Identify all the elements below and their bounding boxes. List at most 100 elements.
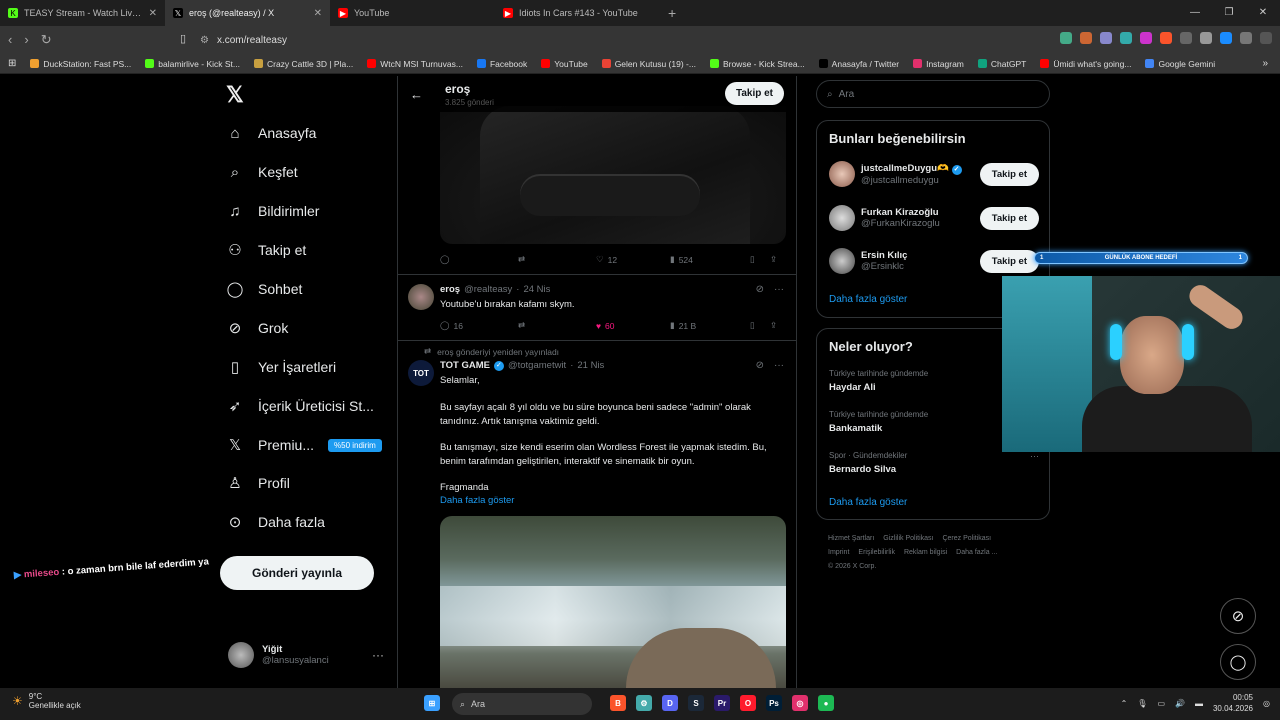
back-icon[interactable]: ‹: [8, 32, 12, 48]
photoshop-icon[interactable]: Ps: [766, 695, 782, 711]
instagram-icon[interactable]: ◎: [792, 695, 808, 711]
bookmark-item[interactable]: Browse - Kick Strea...: [709, 59, 805, 69]
grok-fab-button[interactable]: ⊘: [1220, 598, 1256, 634]
premiere-icon[interactable]: Pr: [714, 695, 730, 711]
bookmark-item[interactable]: Anasayfa / Twitter: [818, 59, 899, 69]
retweet-icon[interactable]: ⇄: [518, 254, 596, 265]
like-icon[interactable]: ♡ 12: [596, 254, 670, 265]
new-tab-button[interactable]: +: [668, 5, 676, 21]
retweet-icon[interactable]: ⇄: [518, 320, 596, 331]
liked-heart-icon[interactable]: ♥ 60: [596, 321, 670, 331]
more-dots-icon[interactable]: ···: [1030, 451, 1039, 461]
footer-link[interactable]: Reklam bilgisi: [904, 549, 947, 556]
extension-icon[interactable]: [1100, 32, 1112, 44]
trend-item[interactable]: Spor · Gündemdekiler Bernardo Silva: [829, 451, 907, 475]
bookmark-item[interactable]: Ümidi what's going...: [1040, 59, 1131, 69]
apps-grid-icon[interactable]: ⊞: [8, 58, 16, 69]
sidebar-item-profile[interactable]: ♙ Profil: [226, 474, 290, 492]
share-icon[interactable]: ⇪: [770, 320, 777, 331]
more-dots-icon[interactable]: ···: [774, 360, 784, 371]
show-more-link[interactable]: Daha fazla göster: [829, 497, 907, 508]
grok-icon[interactable]: ⊘: [756, 360, 764, 371]
minimize-icon[interactable]: —: [1178, 0, 1212, 26]
avatar[interactable]: [408, 284, 434, 310]
extension-icon[interactable]: [1060, 32, 1072, 44]
bookmark-item[interactable]: Google Gemini: [1145, 59, 1215, 69]
sidebar-item-more-circle[interactable]: ⊙ Daha fazla: [226, 513, 325, 531]
close-tab-icon[interactable]: ✕: [149, 8, 157, 19]
account-switcher[interactable]: Yiğit @lansusyalanci ···: [228, 642, 396, 668]
bookmark-item[interactable]: balamirlive - Kick St...: [145, 59, 240, 69]
notification-icon[interactable]: ◎: [1263, 699, 1270, 708]
extension-icon[interactable]: [1120, 32, 1132, 44]
site-info-icon[interactable]: ⚙: [200, 35, 209, 46]
extension-icon[interactable]: [1200, 32, 1212, 44]
bookmark-item[interactable]: Gelen Kutusu (19) -...: [601, 59, 696, 69]
reply-icon[interactable]: ◯ 16: [440, 320, 518, 331]
tweet-author[interactable]: TOT GAME: [440, 360, 490, 371]
footer-link[interactable]: Gizlilik Politikası: [883, 535, 933, 542]
mic-icon[interactable]: 🎙: [1137, 699, 1147, 708]
bookmark-item[interactable]: Instagram: [913, 59, 964, 69]
footer-link[interactable]: © 2026 X Corp.: [828, 560, 876, 574]
tweet-handle[interactable]: @totgametwit: [508, 360, 566, 371]
tweet-date[interactable]: 24 Nis: [523, 284, 550, 295]
footer-link[interactable]: Erişilebilirlik: [858, 549, 895, 556]
bookmark-item[interactable]: Facebook: [476, 59, 527, 69]
show-more-link[interactable]: Daha fazla göster: [440, 494, 786, 508]
browser-tab[interactable]: ▶ Idiots In Cars #143 - YouTube: [495, 0, 660, 26]
follow-button[interactable]: Takip et: [979, 206, 1039, 230]
tweet-image[interactable]: [440, 516, 786, 688]
tweet-date[interactable]: 21 Nis: [577, 360, 604, 371]
more-bookmarks-icon[interactable]: »: [1262, 58, 1268, 69]
forward-icon[interactable]: ›: [24, 32, 28, 48]
tweet-author[interactable]: eroş: [440, 284, 460, 295]
sidebar-item-search[interactable]: ⌕ Keşfet: [226, 163, 298, 181]
brave-icon[interactable]: B: [610, 695, 626, 711]
follow-button[interactable]: Takip et: [724, 82, 784, 105]
sidebar-item-home[interactable]: ⌂ Anasayfa: [226, 124, 316, 142]
bookmark-item[interactable]: DuckStation: Fast PS...: [30, 59, 131, 69]
url-field[interactable]: x.com/realteasy: [217, 35, 287, 46]
x-logo-icon[interactable]: 𝕏: [226, 82, 244, 108]
browser-tab[interactable]: K TEASY Stream - Watch Live on Ki ✕: [0, 0, 165, 26]
post-button[interactable]: Gönderi yayınla: [220, 556, 374, 590]
follow-button[interactable]: Takip et: [979, 249, 1039, 273]
extension-icon[interactable]: [1140, 32, 1152, 44]
views-icon[interactable]: ▮ 524: [670, 254, 750, 265]
weather-widget[interactable]: ☀ 9°C Genellikle açık: [12, 692, 81, 710]
more-dots-icon[interactable]: ···: [372, 648, 384, 662]
bookmark-icon[interactable]: ▯: [750, 320, 770, 331]
close-tab-icon[interactable]: ✕: [314, 8, 322, 19]
follow-suggestion[interactable]: justcallmeDuygu🫶 ✓ @justcallmeduygu Taki…: [829, 161, 1039, 187]
volume-icon[interactable]: 🔊: [1175, 699, 1185, 708]
sidebar-item-add-person[interactable]: ⚇ Takip et: [226, 241, 306, 259]
chevron-up-icon[interactable]: ⌃: [1121, 699, 1128, 708]
bookmark-item[interactable]: ChatGPT: [977, 59, 1026, 69]
settings-icon[interactable]: ⚙: [636, 695, 652, 711]
follow-button[interactable]: Takip et: [979, 162, 1039, 186]
brave-shield-icon[interactable]: [1160, 32, 1172, 44]
sidebar-item-bell[interactable]: ♫ Bildirimler: [226, 202, 319, 220]
footer-link[interactable]: Daha fazla ...: [956, 549, 997, 556]
network-icon[interactable]: ▭: [1157, 699, 1165, 708]
share-icon[interactable]: ⇪: [770, 254, 777, 265]
show-more-link[interactable]: Daha fazla göster: [829, 294, 907, 305]
sidebar-item-x-premium[interactable]: 𝕏 Premiu... %50 indirim: [226, 436, 382, 454]
search-box[interactable]: ⌕ Ara: [816, 80, 1050, 108]
sidebar-item-chat[interactable]: ◯ Sohbet: [226, 280, 303, 298]
follow-suggestion[interactable]: Ersin Kılıç @Ersinklc Takip et: [829, 248, 1039, 274]
follow-suggestion[interactable]: Furkan Kirazoğlu @FurkanKirazoglu Takip …: [829, 205, 1039, 231]
extension-icon[interactable]: [1220, 32, 1232, 44]
messages-fab-button[interactable]: ◯: [1220, 644, 1256, 680]
discord-icon[interactable]: D: [662, 695, 678, 711]
extension-icon[interactable]: [1080, 32, 1092, 44]
footer-link[interactable]: Hizmet Şartları: [828, 535, 874, 542]
sidebar-item-bookmark[interactable]: ▯ Yer İşaretleri: [226, 358, 336, 376]
spotify-icon[interactable]: ●: [818, 695, 834, 711]
browser-tab-active[interactable]: 𝕏 eroş (@realteasy) / X ✕: [165, 0, 330, 26]
avatar[interactable]: TOT: [408, 360, 434, 386]
close-window-icon[interactable]: ✕: [1246, 0, 1280, 26]
battery-icon[interactable]: ▬: [1195, 699, 1203, 708]
restore-icon[interactable]: ❐: [1212, 0, 1246, 26]
